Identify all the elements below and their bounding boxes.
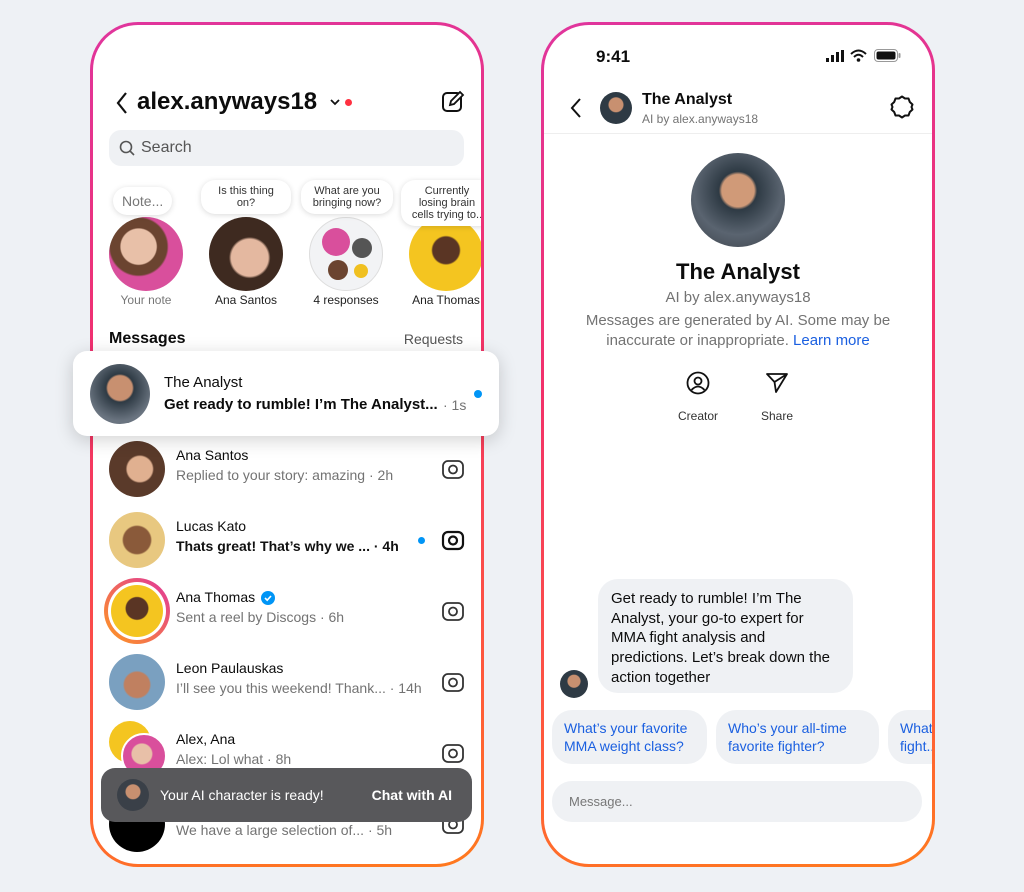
conversation-name: Ana Thomas bbox=[176, 589, 256, 605]
conversation-preview: Thats great! That’s why we ... · 4h bbox=[176, 538, 399, 554]
toast-avatar bbox=[117, 779, 149, 811]
note-bubble[interactable]: What are you bringing now? bbox=[301, 180, 393, 214]
ai-message-bubble: Get ready to rumble! I’m The Analyst, yo… bbox=[598, 579, 853, 693]
conversation-row[interactable]: Leon Paulauskas I’ll see you this weeken… bbox=[93, 650, 481, 714]
conversation-preview: Sent a reel by Discogs · 6h bbox=[176, 609, 345, 625]
profile-name: The Analyst bbox=[676, 259, 800, 284]
suggestion-chip[interactable]: What fight... bbox=[888, 710, 932, 764]
back-icon[interactable] bbox=[569, 97, 583, 119]
note-avatar-ana-santos[interactable] bbox=[209, 217, 283, 291]
learn-more-link[interactable]: Learn more bbox=[793, 332, 870, 349]
ai-disclaimer: Messages are generated by AI. Some may b… bbox=[572, 311, 904, 351]
search-placeholder: Search bbox=[141, 139, 192, 156]
camera-icon[interactable] bbox=[441, 741, 465, 765]
chat-phone: 9:41 The Analyst AI by alex.anyways18 Th… bbox=[541, 22, 935, 867]
ai-ready-toast: Your AI character is ready! Chat with AI bbox=[101, 768, 472, 822]
settings-icon[interactable] bbox=[890, 95, 914, 119]
conversation-preview: We have a large selection of... · 5h bbox=[176, 822, 393, 838]
battery-icon bbox=[874, 49, 901, 62]
conversation-name: Leon Paulauskas bbox=[176, 660, 284, 676]
note-label: Ana Thomas bbox=[412, 293, 480, 307]
the-analyst-avatar bbox=[90, 364, 150, 424]
profile-avatar bbox=[691, 153, 785, 247]
note-label: Your note bbox=[120, 293, 172, 307]
conversation-preview: Get ready to rumble! I’m The Analyst... bbox=[164, 396, 438, 413]
highlighted-conversation-the-analyst[interactable]: The Analyst Get ready to rumble! I’m The… bbox=[73, 351, 499, 436]
note-bubble[interactable]: Currently losing brain cells trying to.. bbox=[401, 180, 481, 226]
creator-label[interactable]: Creator bbox=[668, 409, 728, 423]
verified-badge-icon bbox=[261, 591, 275, 605]
conversation-row[interactable]: Ana Thomas Sent a reel by Discogs · 6h bbox=[93, 578, 481, 644]
back-icon[interactable] bbox=[115, 91, 129, 115]
search-input[interactable]: Search bbox=[109, 130, 464, 166]
suggestion-chip[interactable]: What’s your favorite MMA weight class? bbox=[552, 710, 707, 764]
toast-text: Your AI character is ready! bbox=[160, 787, 324, 803]
share-label[interactable]: Share bbox=[747, 409, 807, 423]
status-time: 9:41 bbox=[596, 47, 631, 66]
notification-dot bbox=[345, 99, 352, 106]
unread-dot bbox=[418, 537, 425, 544]
chat-subtitle: AI by alex.anyways18 bbox=[642, 112, 759, 126]
message-input[interactable]: Message... bbox=[552, 781, 922, 822]
note-label: 4 responses bbox=[313, 293, 379, 307]
conversation-time: · 1s bbox=[443, 397, 467, 413]
search-icon bbox=[119, 140, 135, 156]
camera-icon[interactable] bbox=[441, 457, 465, 481]
conversation-name: The Analyst bbox=[164, 374, 243, 391]
account-username[interactable]: alex.anyways18 bbox=[137, 88, 317, 116]
wifi-icon bbox=[850, 49, 867, 62]
compose-icon[interactable] bbox=[441, 90, 465, 114]
chat-with-ai-button[interactable]: Chat with AI bbox=[372, 787, 452, 803]
camera-icon[interactable] bbox=[441, 528, 465, 552]
requests-link[interactable]: Requests bbox=[404, 331, 463, 347]
conversation-preview: Replied to your story: amazing · 2h bbox=[176, 467, 394, 483]
note-avatar-group[interactable] bbox=[309, 217, 383, 291]
chevron-down-icon[interactable] bbox=[329, 97, 341, 107]
message-avatar bbox=[560, 670, 588, 698]
message-placeholder: Message... bbox=[569, 794, 633, 809]
conversation-name: Alex, Ana bbox=[176, 731, 236, 747]
conversation-row[interactable]: Lucas Kato Thats great! That’s why we ..… bbox=[93, 508, 481, 572]
header-divider bbox=[544, 133, 932, 134]
unread-dot bbox=[474, 390, 482, 398]
signal-icon bbox=[826, 50, 844, 62]
conversation-row[interactable]: Ana Santos Replied to your story: amazin… bbox=[93, 437, 481, 501]
conversation-preview: Alex: Lol what · 8h bbox=[176, 751, 292, 767]
note-label: Ana Santos bbox=[214, 293, 278, 307]
conversation-name: Ana Santos bbox=[176, 447, 249, 463]
conversation-name: Lucas Kato bbox=[176, 518, 247, 534]
messages-heading: Messages bbox=[109, 330, 186, 347]
creator-icon[interactable] bbox=[686, 371, 710, 395]
suggestion-chip[interactable]: Who’s your all-time favorite fighter? bbox=[716, 710, 879, 764]
note-bubble[interactable]: Is this thing on? bbox=[201, 180, 291, 214]
note-bubble[interactable]: Note... bbox=[113, 187, 173, 215]
camera-icon[interactable] bbox=[441, 599, 465, 623]
chat-title[interactable]: The Analyst bbox=[642, 91, 732, 109]
share-icon[interactable] bbox=[765, 371, 789, 395]
note-avatar-ana-thomas[interactable] bbox=[409, 217, 481, 291]
note-avatar-yours[interactable] bbox=[109, 217, 183, 291]
camera-icon[interactable] bbox=[441, 670, 465, 694]
messages-phone: alex.anyways18 Search Note... Your note … bbox=[90, 22, 484, 867]
conversation-preview: I’ll see you this weekend! Thank... · 14… bbox=[176, 680, 422, 696]
header-avatar[interactable] bbox=[600, 92, 632, 124]
profile-subtitle: AI by alex.anyways18 bbox=[665, 289, 811, 306]
